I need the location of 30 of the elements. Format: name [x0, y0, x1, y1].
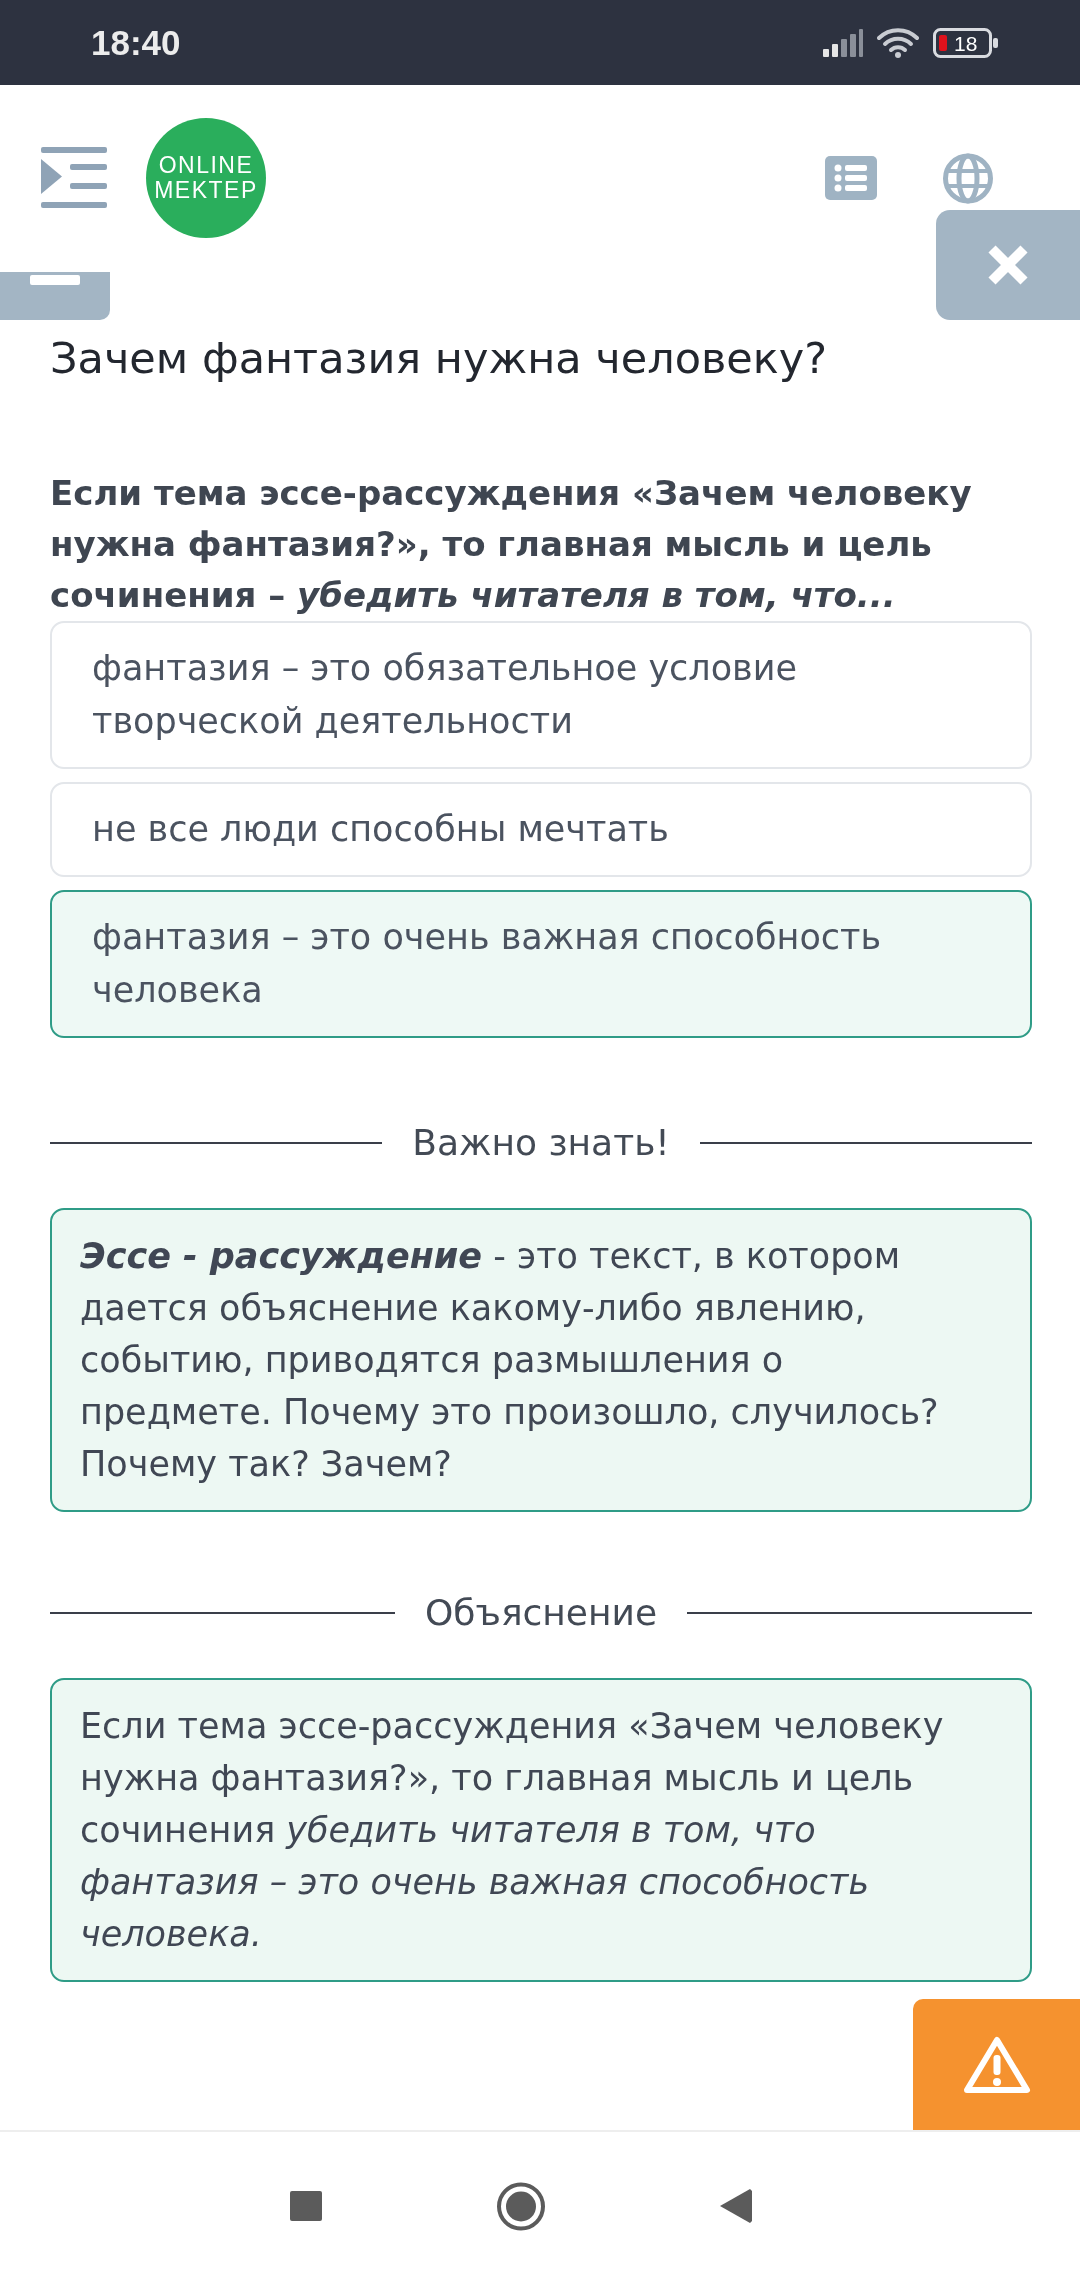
logo-text: ONLINE [158, 154, 254, 177]
section-heading: Важно знать! [412, 1121, 670, 1165]
collapse-button[interactable] [0, 272, 110, 320]
wifi-icon [877, 27, 919, 58]
close-button[interactable] [936, 210, 1080, 320]
back-triangle-icon [720, 2189, 752, 2223]
minus-icon [30, 275, 80, 285]
menu-icon[interactable] [41, 147, 107, 209]
section-heading: Объяснение [424, 1591, 658, 1635]
status-time: 18:40 [91, 22, 181, 63]
logo-text: MEKTEP [154, 179, 258, 202]
page-title: Зачем фантазия нужна человеку? [50, 332, 828, 385]
answer-option[interactable]: фантазия – это очень важная способность человека [50, 890, 1032, 1038]
note-text: Если тема эссе-рассуждения «Зачем человеку нужна фантазия?», то главная мысль и цель сочинения убедить читателя в том, что фантазия – это очень важная способность человека. [80, 1705, 945, 1956]
globe-icon[interactable] [943, 152, 993, 204]
home-button[interactable] [497, 2181, 545, 2231]
signal-icon [823, 28, 863, 57]
home-circle-icon [497, 2181, 545, 2231]
back-button[interactable] [720, 2189, 752, 2223]
report-button[interactable] [913, 1999, 1080, 2130]
battery-percent: 18 [954, 32, 978, 54]
battery-icon [933, 27, 998, 58]
list-icon[interactable] [825, 156, 877, 200]
answer-option[interactable]: не все люди способны мечтать [50, 782, 1032, 877]
square-icon [290, 2191, 322, 2221]
question-text: Если тема эссе-рассуждения «Зачем человеку нужна фантазия?», то главная мысль и цель сочинения – убедить читателя в том, что... [50, 472, 973, 617]
warning-icon [962, 2034, 1031, 2095]
close-icon [987, 244, 1029, 286]
note-text: Эссе - рассуждение - это текст, в котором дается объяснение какому-либо явлению, событию, приводятся размышления о предмете. Почему это произошло, случилось? Почему так? Зачем? [80, 1235, 940, 1486]
answer-option[interactable]: фантазия – это обязательное условие творческой деятельности [50, 621, 1032, 769]
